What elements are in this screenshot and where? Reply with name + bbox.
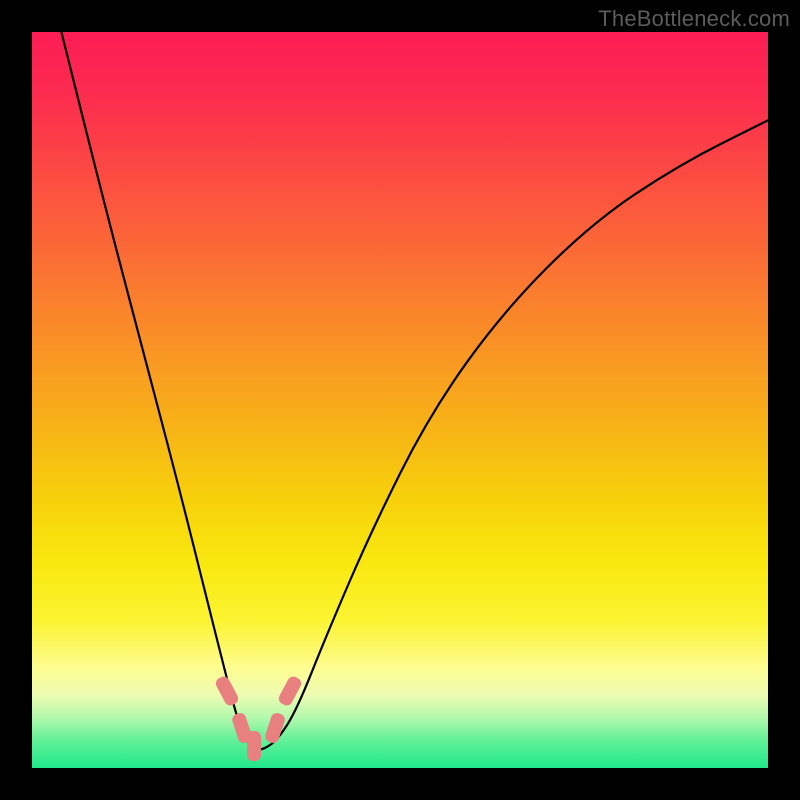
curve-svg xyxy=(32,32,768,768)
plot-area xyxy=(32,32,768,768)
main-curve xyxy=(61,32,768,750)
marker-segment xyxy=(247,731,261,761)
watermark-text: TheBottleneck.com xyxy=(598,6,790,32)
chart-frame: TheBottleneck.com xyxy=(0,0,800,800)
